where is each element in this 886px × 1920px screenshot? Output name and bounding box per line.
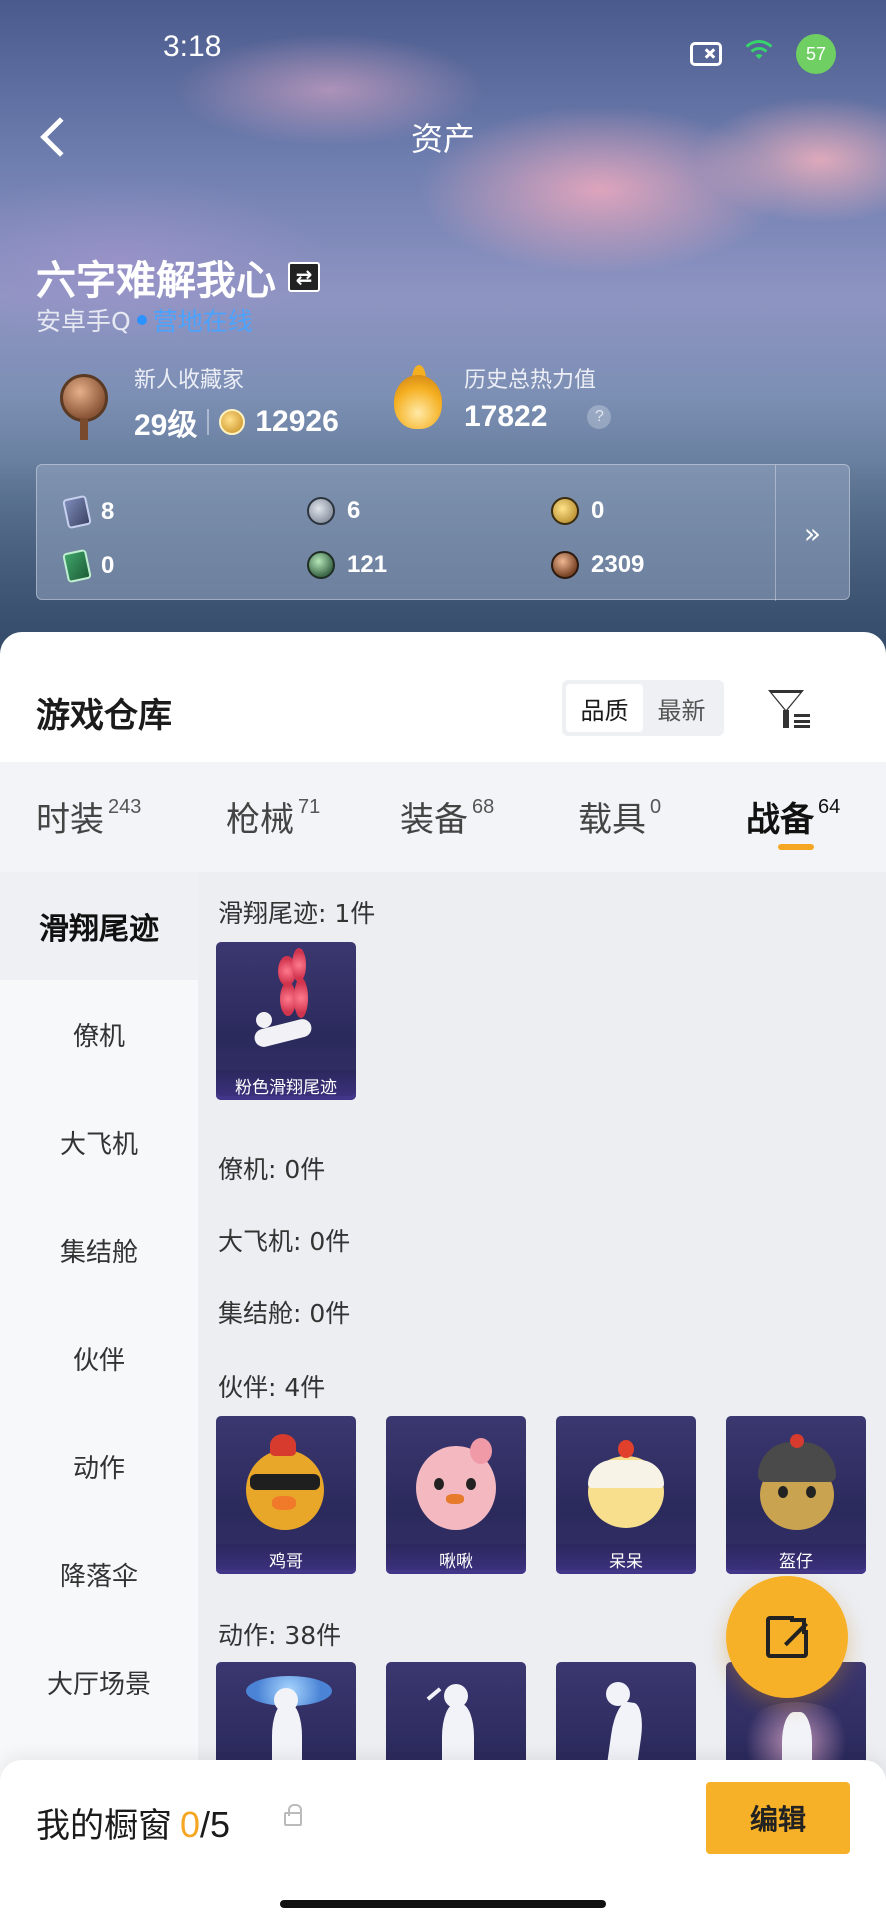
currency-item: 121: [307, 551, 387, 579]
currency-item: 6: [307, 497, 360, 525]
sidebar-item-wingman[interactable]: 僚机: [0, 980, 198, 1088]
collector-rank[interactable]: 新人收藏家 29级 12926: [52, 362, 339, 444]
collector-points: 12926: [255, 405, 339, 438]
page-title: 资产: [410, 120, 475, 158]
sidebar-item-emote[interactable]: 动作: [0, 1412, 198, 1520]
gold-coin-icon: [551, 497, 579, 525]
item-card[interactable]: 盔仔: [726, 1416, 866, 1574]
heat-value: 17822: [464, 400, 548, 433]
green-card-icon: [62, 548, 92, 584]
wifi-icon: [740, 40, 778, 68]
section-title-trail: 滑翔尾迹: 1件: [218, 899, 376, 928]
sidebar-item-parachute[interactable]: 降落伞: [0, 1520, 198, 1628]
silver-coin-icon: [307, 497, 335, 525]
flame-icon: [390, 365, 446, 431]
category-tabs: 时装 243 枪械 71 装备 68 载具 0 战备 64: [0, 762, 886, 872]
sort-option-quality[interactable]: 品质: [566, 684, 643, 732]
sidebar-item-pod[interactable]: 集结舱: [0, 1196, 198, 1304]
orb-icon: [307, 551, 335, 579]
currency-panel[interactable]: 8 6 0 0 121 2309 »: [36, 464, 850, 601]
share-button[interactable]: [726, 1576, 848, 1698]
item-card[interactable]: 鸡哥: [216, 1416, 356, 1574]
tab-battle-prep[interactable]: 战备 64: [746, 792, 840, 841]
home-indicator[interactable]: [280, 1900, 606, 1908]
currency-item: 0: [551, 497, 604, 525]
chicken-partner-image: [216, 1416, 356, 1544]
currency-item: 0: [62, 548, 114, 584]
battery-indicator: 57: [796, 34, 836, 74]
rank-title: 新人收藏家: [134, 368, 245, 393]
status-icons: 57: [690, 34, 836, 74]
bird-partner-image: [386, 1416, 526, 1544]
currency-more-button[interactable]: »: [775, 465, 849, 601]
tab-weapons[interactable]: 枪械 71: [226, 792, 320, 841]
section-title-pod: 集结舱: 0件: [218, 1299, 351, 1328]
player-platform: 安卓手Q: [36, 307, 131, 336]
heat-title: 历史总热力值: [464, 368, 597, 393]
player-platform-row: 安卓手Q 营地在线: [36, 302, 253, 338]
sidebar-item-glide-trail[interactable]: 滑翔尾迹: [0, 872, 198, 980]
help-icon[interactable]: ?: [587, 405, 612, 429]
showcase-bar: 我的橱窗 0/5 编辑: [0, 1760, 886, 1920]
top-nav: 资产: [0, 100, 886, 180]
no-sim-icon: [690, 42, 722, 66]
lock-icon: [284, 1804, 302, 1826]
showcase-count: 0/5: [180, 1804, 231, 1845]
warehouse-header: 游戏仓库 品质 最新: [0, 632, 886, 762]
currency-item: 2309: [551, 551, 644, 579]
section-title-wingman: 僚机: 0件: [218, 1155, 326, 1184]
item-card[interactable]: 啾啾: [386, 1416, 526, 1574]
warehouse-sheet: 游戏仓库 品质 最新 时装 243 枪械 71 装备 68 载具 0 战备 64 滑翔尾迹…: [0, 632, 886, 1920]
card-coupon-icon: [62, 494, 92, 530]
switch-account-icon[interactable]: ⇄: [288, 262, 320, 292]
item-card[interactable]: 粉色滑翔尾迹: [216, 942, 356, 1100]
helmet-chick-partner-image: [726, 1416, 866, 1544]
tab-fashion[interactable]: 时装 243: [36, 792, 141, 841]
bronze-coin-icon: [551, 551, 579, 579]
tab-equipment[interactable]: 装备 68: [400, 792, 494, 841]
chick-partner-image: [556, 1416, 696, 1544]
status-time: 3:18: [163, 30, 222, 63]
sidebar-item-lobby-scene[interactable]: 大厅场景: [0, 1628, 198, 1736]
sort-option-newest[interactable]: 最新: [643, 684, 720, 732]
section-title-emote: 动作: 38件: [218, 1621, 342, 1650]
section-title-plane: 大飞机: 0件: [218, 1227, 351, 1256]
showcase-title: 我的橱窗: [36, 1806, 172, 1846]
showcase-title-row: 我的橱窗 0/5: [36, 1798, 230, 1847]
currency-item: 8: [62, 494, 114, 530]
section-title-partner: 伙伴: 4件: [218, 1373, 326, 1402]
sidebar-item-partner[interactable]: 伙伴: [0, 1304, 198, 1412]
tab-vehicles[interactable]: 载具 0: [578, 792, 661, 841]
collector-coin-icon: [219, 409, 246, 435]
glide-trail-image: [216, 942, 356, 1070]
sidebar-item-plane[interactable]: 大飞机: [0, 1088, 198, 1196]
rank-level: 29级: [134, 409, 198, 442]
online-status: 营地在线: [152, 307, 253, 336]
active-tab-indicator: [778, 844, 814, 850]
player-name-row: 六字难解我心 ⇄: [36, 248, 320, 306]
item-card[interactable]: 呆呆: [556, 1416, 696, 1574]
status-bar: 3:18 57: [0, 0, 886, 100]
player-name: 六字难解我心: [36, 258, 276, 304]
sort-toggle: 品质 最新: [562, 680, 724, 736]
filter-icon[interactable]: [764, 684, 814, 734]
edit-button[interactable]: 编辑: [706, 1782, 850, 1854]
heat-stats[interactable]: 历史总热力值 17822 ?: [390, 362, 612, 434]
rank-medal-icon: [52, 368, 116, 440]
warehouse-title: 游戏仓库: [36, 696, 172, 736]
online-dot-icon: [136, 315, 147, 325]
